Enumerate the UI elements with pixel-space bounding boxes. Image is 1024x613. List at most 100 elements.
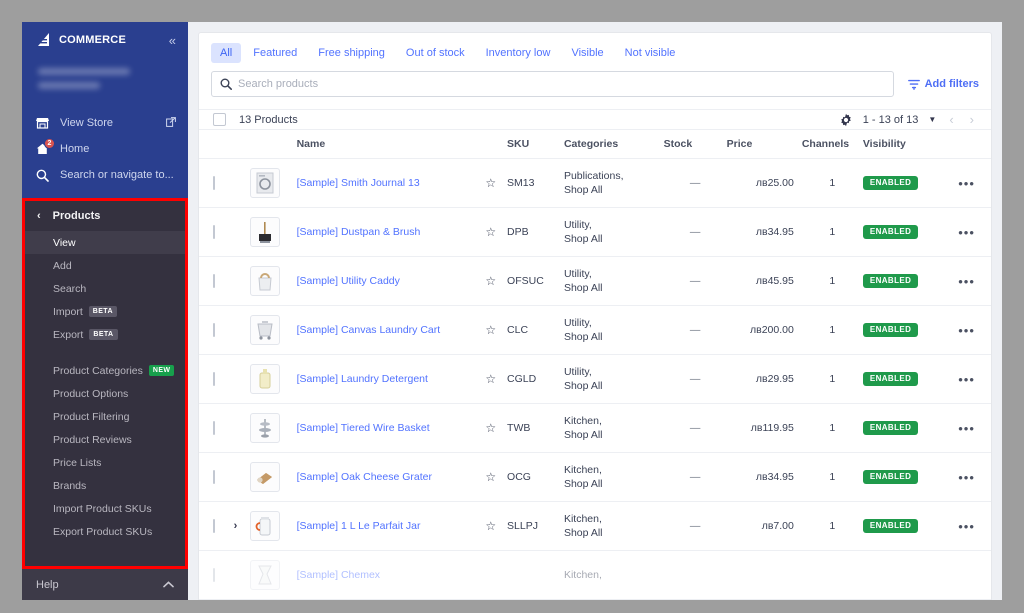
add-filters-button[interactable]: Add filters — [907, 78, 979, 90]
sidebar-item-brands[interactable]: Brands — [25, 474, 185, 497]
help-label: Help — [36, 578, 59, 591]
next-page-button[interactable]: › — [967, 112, 977, 127]
search-products-box[interactable] — [211, 71, 894, 97]
product-name-link[interactable]: [Sample] Dustpan & Brush — [297, 226, 421, 238]
sidebar-item-view-store[interactable]: View Store — [22, 110, 188, 136]
product-name-link[interactable]: [Sample] Utility Caddy — [297, 275, 400, 287]
star-outline-icon[interactable]: ☆ — [485, 470, 496, 484]
table-row[interactable]: [Sample] Chemex Kitchen, — [199, 550, 991, 600]
row-checkbox[interactable] — [213, 372, 215, 386]
chevron-right-icon[interactable]: › — [234, 520, 238, 532]
product-name-link[interactable]: [Sample] Oak Cheese Grater — [297, 471, 432, 483]
tab-featured[interactable]: Featured — [244, 43, 306, 63]
star-outline-icon[interactable]: ☆ — [485, 372, 496, 386]
star-outline-icon[interactable]: ☆ — [485, 519, 496, 533]
ellipsis-icon[interactable]: ••• — [958, 176, 975, 191]
sidebar-item-label[interactable]: Search or navigate to... — [60, 169, 176, 181]
product-name-link[interactable]: [Sample] Laundry Detergent — [297, 373, 428, 385]
tab-visible[interactable]: Visible — [562, 43, 612, 63]
ellipsis-icon[interactable]: ••• — [958, 372, 975, 387]
sidebar-item-home[interactable]: 2 Home — [22, 136, 188, 162]
sidebar-item-add[interactable]: Add — [25, 254, 185, 277]
sidebar-item-import-product-skus[interactable]: Import Product SKUs — [25, 497, 185, 520]
row-checkbox-cell — [199, 501, 234, 551]
row-checkbox[interactable] — [213, 323, 215, 337]
star-outline-icon[interactable]: ☆ — [485, 274, 496, 288]
row-checkbox[interactable] — [213, 470, 215, 484]
table-row[interactable]: [Sample] Dustpan & Brush ☆ DPB Utility, Shop… — [199, 207, 991, 257]
help-bar[interactable]: Help — [22, 569, 188, 600]
product-name-link[interactable]: [Sample] Canvas Laundry Cart — [297, 324, 441, 336]
tab-all[interactable]: All — [211, 43, 242, 63]
product-name-link[interactable]: [Sample] 1 L Le Parfait Jar — [297, 520, 421, 532]
products-panel-header[interactable]: ‹ Products — [25, 201, 185, 231]
tab-free-shipping[interactable]: Free shipping — [309, 43, 394, 63]
th-channels[interactable]: Channels — [801, 130, 863, 159]
collapse-sidebar-icon[interactable]: « — [169, 34, 176, 47]
sidebar-item-export[interactable]: Export BETA — [25, 323, 185, 346]
row-checkbox[interactable] — [213, 421, 215, 435]
sidebar-item-import[interactable]: Import BETA — [25, 300, 185, 323]
th-categories[interactable]: Categories — [563, 130, 664, 159]
star-outline-icon[interactable]: ☆ — [485, 176, 496, 190]
tab-not-visible[interactable]: Not visible — [616, 43, 685, 63]
sidebar-item-product-reviews[interactable]: Product Reviews — [25, 428, 185, 451]
sidebar-item-product-filtering[interactable]: Product Filtering — [25, 405, 185, 428]
table-row[interactable]: [Sample] Smith Journal 13 ☆ SM13 Publicatio… — [199, 158, 991, 208]
chevron-up-icon[interactable] — [163, 579, 174, 591]
row-favorite-cell: ☆ — [474, 305, 508, 355]
ellipsis-icon[interactable]: ••• — [958, 323, 975, 338]
ellipsis-icon[interactable]: ••• — [958, 225, 975, 240]
product-name-link[interactable]: [Sample] Smith Journal 13 — [297, 177, 420, 189]
product-name-link[interactable]: [Sample] Tiered Wire Basket — [297, 422, 430, 434]
tab-inventory-low[interactable]: Inventory low — [477, 43, 560, 63]
sidebar-item-product-options[interactable]: Product Options — [25, 382, 185, 405]
star-outline-icon[interactable]: ☆ — [485, 225, 496, 239]
sidebar-item-export-product-skus[interactable]: Export Product SKUs — [25, 520, 185, 543]
external-link-icon[interactable] — [166, 116, 176, 130]
th-name[interactable]: Name — [296, 130, 475, 159]
ellipsis-icon[interactable]: ••• — [958, 421, 975, 436]
row-categories-cell: Utility, Shop All — [563, 256, 664, 306]
gear-icon[interactable] — [839, 113, 853, 127]
products-table: Name SKU Categories Stock Price Channels… — [199, 130, 991, 600]
row-checkbox[interactable] — [213, 176, 215, 190]
ellipsis-icon[interactable]: ••• — [958, 274, 975, 289]
search-icon — [36, 169, 54, 182]
table-row[interactable]: [Sample] Laundry Detergent ☆ CGLD Utility, S… — [199, 354, 991, 404]
filter-tabs: All Featured Free shipping Out of stock … — [199, 33, 991, 69]
table-row[interactable]: [Sample] Tiered Wire Basket ☆ TWB Kitchen, S… — [199, 403, 991, 453]
th-price[interactable]: Price — [726, 130, 802, 159]
caret-down-icon[interactable]: ▼ — [928, 115, 936, 124]
row-checkbox[interactable] — [213, 568, 215, 582]
row-checkbox[interactable] — [213, 274, 215, 288]
table-row[interactable]: [Sample] Oak Cheese Grater ☆ OCG Kitchen, Sh… — [199, 452, 991, 502]
chevron-left-icon[interactable]: ‹ — [37, 210, 41, 222]
row-price-cell: лв200.00 — [726, 305, 802, 355]
search-input[interactable] — [238, 78, 885, 90]
table-row[interactable]: [Sample] Utility Caddy ☆ OFSUC Utility, Shop… — [199, 256, 991, 306]
star-outline-icon[interactable]: ☆ — [485, 421, 496, 435]
sidebar-item-product-categories[interactable]: Product Categories NEW — [25, 359, 185, 382]
th-sku[interactable]: SKU — [507, 130, 564, 159]
bigcommerce-logo[interactable]: COMMERCE — [36, 33, 126, 47]
table-row[interactable]: [Sample] Canvas Laundry Cart ☆ CLC Utility,… — [199, 305, 991, 355]
sidebar-item-search[interactable]: Search — [25, 277, 185, 300]
ellipsis-icon[interactable]: ••• — [958, 470, 975, 485]
sidebar-item-view[interactable]: View — [25, 231, 185, 254]
row-thumbnail-cell — [249, 354, 297, 404]
th-stock[interactable]: Stock — [663, 130, 727, 159]
row-checkbox[interactable] — [213, 519, 215, 533]
sidebar-item-search-navigate[interactable]: Search or navigate to... — [22, 162, 188, 188]
prev-page-button[interactable]: ‹ — [946, 112, 956, 127]
star-outline-icon[interactable]: ☆ — [485, 323, 496, 337]
th-visibility[interactable]: Visibility — [862, 130, 943, 159]
tab-out-of-stock[interactable]: Out of stock — [397, 43, 474, 63]
row-price-cell — [726, 550, 802, 600]
row-checkbox[interactable] — [213, 225, 215, 239]
ellipsis-icon[interactable]: ••• — [958, 519, 975, 534]
sidebar-item-price-lists[interactable]: Price Lists — [25, 451, 185, 474]
table-row[interactable]: › [Sample] 1 L Le Parfait Jar ☆ SLLPJ Kitche… — [199, 501, 991, 551]
select-all-checkbox[interactable] — [213, 113, 226, 126]
product-name-link[interactable]: [Sample] Chemex — [297, 569, 380, 581]
